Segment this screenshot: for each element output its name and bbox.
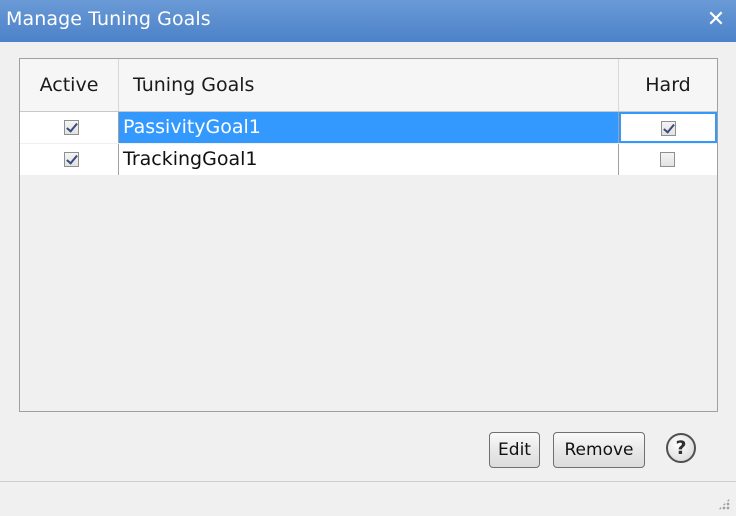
hard-checkbox[interactable]: [661, 121, 676, 136]
focus-outline: [621, 114, 715, 141]
table-header: Active Tuning Goals Hard: [20, 59, 717, 112]
active-checkbox[interactable]: [64, 120, 79, 135]
column-header-active[interactable]: Active: [20, 59, 119, 111]
edit-button[interactable]: Edit: [489, 432, 540, 468]
close-icon[interactable]: ✕: [704, 6, 728, 34]
status-bar: [0, 481, 736, 516]
remove-button[interactable]: Remove: [553, 432, 645, 468]
resize-grip-icon[interactable]: [718, 498, 730, 510]
help-icon[interactable]: ?: [666, 433, 696, 463]
hard-cell: [619, 144, 717, 175]
active-cell: [20, 112, 119, 143]
table-row[interactable]: TrackingGoal1: [20, 144, 717, 175]
table-row[interactable]: PassivityGoal1: [20, 112, 717, 143]
active-cell: [20, 144, 119, 175]
hard-cell: [619, 112, 717, 143]
column-header-tuning-goals[interactable]: Tuning Goals: [119, 59, 619, 111]
title-bar[interactable]: Manage Tuning Goals ✕: [0, 0, 736, 42]
goal-name-cell[interactable]: PassivityGoal1: [119, 112, 619, 143]
goal-name-cell[interactable]: TrackingGoal1: [119, 144, 619, 175]
manage-tuning-goals-dialog: Manage Tuning Goals ✕ Active Tuning Goal…: [0, 0, 736, 516]
hard-checkbox[interactable]: [660, 152, 675, 167]
window-title: Manage Tuning Goals: [6, 8, 211, 30]
column-header-hard[interactable]: Hard: [619, 59, 717, 111]
tuning-goals-table: Active Tuning Goals Hard PassivityGoal1 …: [19, 58, 718, 412]
active-checkbox[interactable]: [64, 152, 79, 167]
